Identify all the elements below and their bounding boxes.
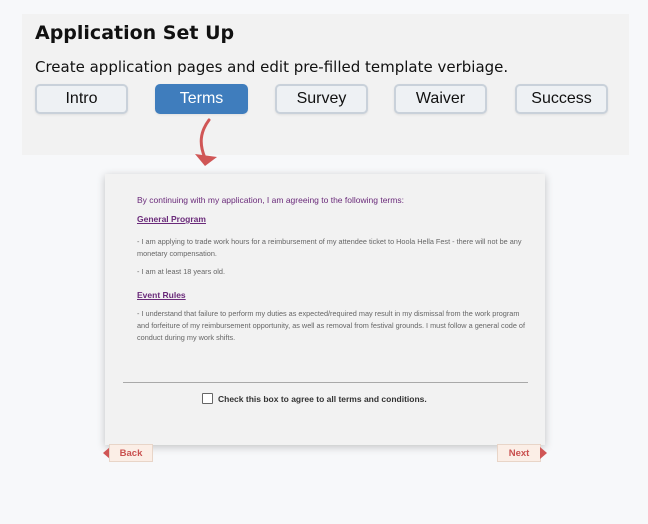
- tab-terms[interactable]: Terms: [155, 84, 248, 114]
- tab-survey[interactable]: Survey: [275, 84, 368, 114]
- terms-intro: By continuing with my application, I am …: [137, 195, 404, 205]
- tab-intro[interactable]: Intro: [35, 84, 128, 114]
- tab-waiver[interactable]: Waiver: [394, 84, 487, 114]
- tab-success[interactable]: Success: [515, 84, 608, 114]
- terms-paragraph: - I understand that failure to perform m…: [137, 309, 525, 342]
- terms-card: By continuing with my application, I am …: [105, 174, 545, 445]
- agree-row: Check this box to agree to all terms and…: [202, 393, 427, 404]
- agree-checkbox[interactable]: [202, 393, 213, 404]
- agree-label: Check this box to agree to all terms and…: [218, 393, 427, 404]
- divider: [123, 382, 528, 383]
- section-heading-general-program: General Program: [137, 214, 206, 224]
- page-title: Application Set Up: [35, 22, 235, 44]
- terms-paragraph: - I am applying to trade work hours for …: [137, 237, 522, 258]
- pointer-arrow-icon: [195, 118, 217, 166]
- back-button[interactable]: Back: [109, 444, 153, 462]
- header-panel: Application Set Up Create application pa…: [22, 14, 629, 155]
- page-subtitle: Create application pages and edit pre-fi…: [35, 58, 509, 76]
- next-arrow-icon: [540, 447, 547, 459]
- terms-paragraph: - I am at least 18 years old.: [137, 267, 226, 276]
- next-button[interactable]: Next: [497, 444, 541, 462]
- section-heading-event-rules: Event Rules: [137, 290, 186, 300]
